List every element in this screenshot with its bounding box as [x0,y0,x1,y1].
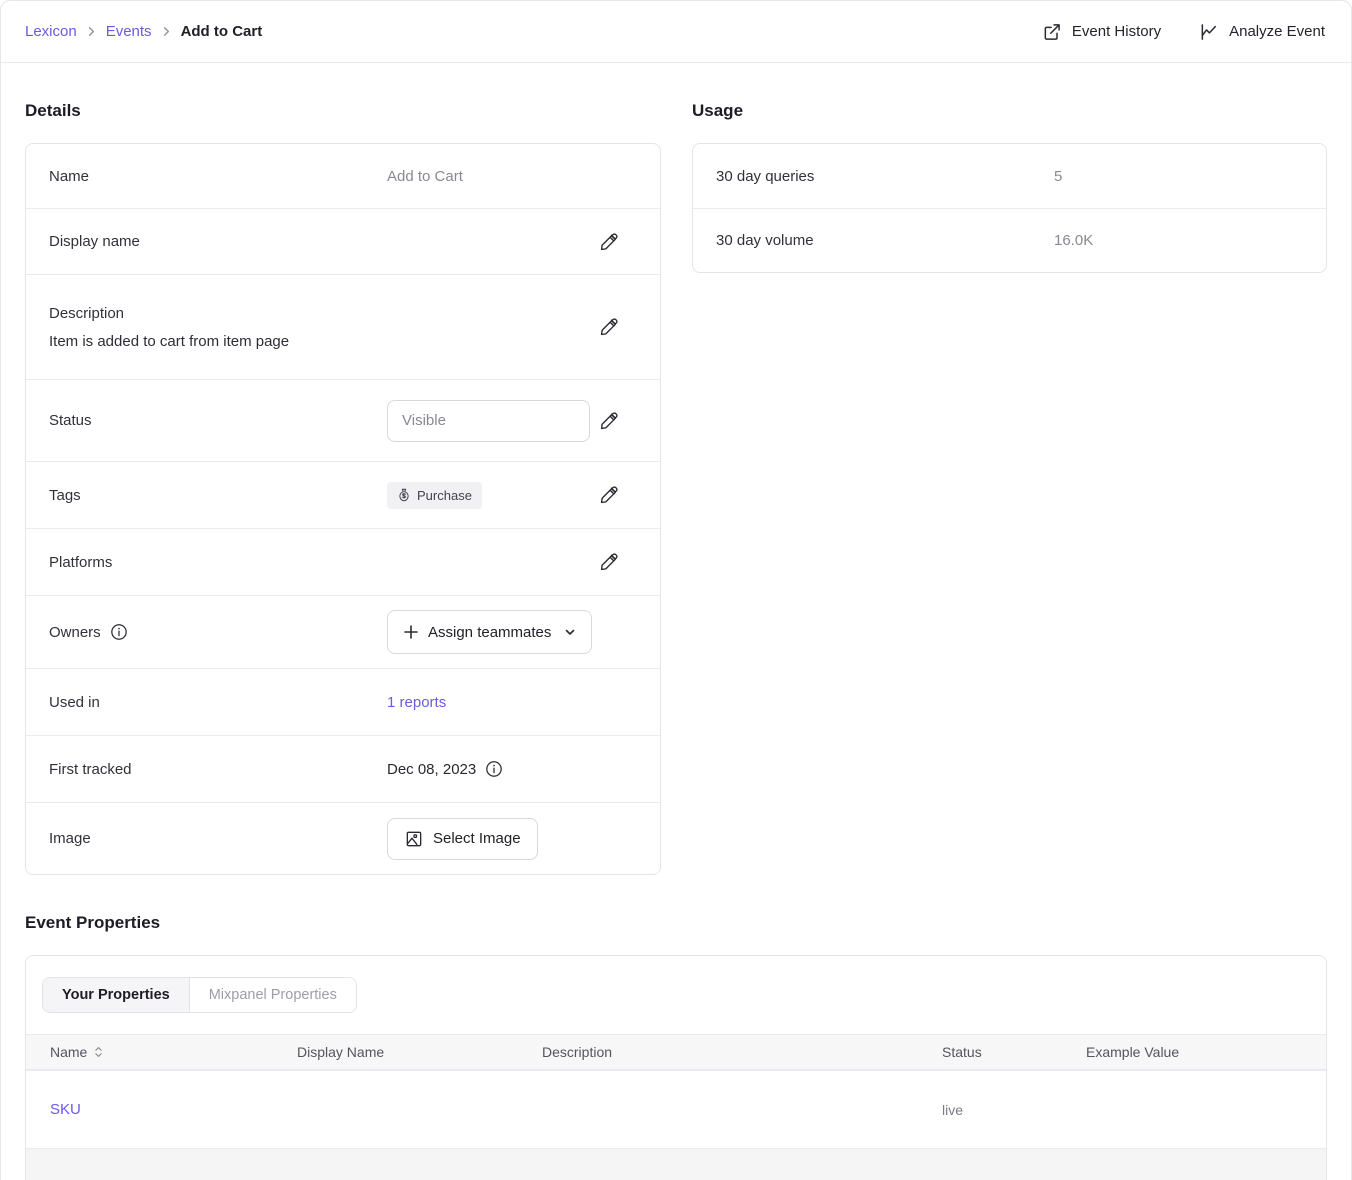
detail-row-description: Description Item is added to cart from i… [26,274,660,379]
queries-label: 30 day queries [716,168,1054,185]
volume-label: 30 day volume [716,232,1054,249]
line-chart-icon [1199,22,1219,42]
column-header-status: Status [942,1044,1086,1060]
pencil-icon [598,484,620,506]
money-bag-icon [397,488,411,502]
top-bar: Lexicon Events Add to Cart Event History [1,1,1351,63]
select-image-button[interactable]: Select Image [387,818,538,860]
property-status: live [942,1102,1086,1118]
description-label: Description [49,305,387,322]
chevron-right-icon [86,26,97,37]
detail-row-platforms: Platforms [26,528,660,595]
usage-section: Usage 30 day queries 5 30 day volume 16.… [692,63,1327,273]
tab-mixpanel-properties[interactable]: Mixpanel Properties [189,978,356,1012]
name-value: Add to Cart [387,168,463,185]
detail-row-used-in: Used in 1 reports [26,668,660,735]
detail-row-display-name: Display name [26,208,660,274]
edit-tags-button[interactable] [598,484,620,506]
platforms-label: Platforms [49,554,387,571]
lexicon-event-detail-page: Lexicon Events Add to Cart Event History [0,0,1352,1180]
pencil-icon [598,231,620,253]
info-circle-icon[interactable] [110,623,128,641]
usage-title: Usage [692,101,1327,121]
detail-row-status: Status [26,379,660,461]
edit-display-name-button[interactable] [598,231,620,253]
pencil-icon [598,410,620,432]
plus-icon [403,624,419,640]
edit-platforms-button[interactable] [598,551,620,573]
column-header-description: Description [542,1044,942,1060]
table-row-scroll-pct[interactable]: Scroll % live [26,1148,1326,1180]
usage-row-queries: 30 day queries 5 [693,144,1326,208]
pencil-icon [598,551,620,573]
image-label: Image [49,830,387,847]
event-history-label: Event History [1072,23,1161,40]
edit-description-button[interactable] [598,316,620,338]
column-header-example-value: Example Value [1086,1044,1326,1060]
column-header-name[interactable]: Name [50,1044,297,1060]
info-circle-icon[interactable] [485,760,503,778]
detail-row-image: Image Select Image [26,802,660,874]
pencil-icon [598,316,620,338]
breadcrumb-lexicon[interactable]: Lexicon [25,23,77,40]
table-row-sku[interactable]: SKU live [26,1070,1326,1148]
select-image-label: Select Image [433,830,521,847]
queries-value: 5 [1054,168,1062,185]
tab-your-properties[interactable]: Your Properties [43,978,189,1012]
detail-row-owners: Owners Assign teammates [26,595,660,668]
details-card: Name Add to Cart Display name [25,143,661,875]
analyze-event-button[interactable]: Analyze Event [1199,22,1325,42]
breadcrumb-events[interactable]: Events [106,23,152,40]
page-content: Details Name Add to Cart Display name [1,63,1351,1180]
detail-row-first-tracked: First tracked Dec 08, 2023 [26,735,660,802]
status-label: Status [49,412,387,429]
property-name-link[interactable]: SKU [50,1101,297,1118]
event-properties-card: Your Properties Mixpanel Properties Name… [25,955,1327,1180]
event-history-button[interactable]: Event History [1042,22,1161,42]
detail-row-tags: Tags Purchase [26,461,660,528]
details-title: Details [25,101,661,121]
edit-status-button[interactable] [598,410,620,432]
tags-label: Tags [49,487,387,504]
image-icon [404,829,424,849]
properties-table-header: Name Display Name Description Status Exa… [26,1034,1326,1070]
chevron-right-icon [161,26,172,37]
usage-row-volume: 30 day volume 16.0K [693,208,1326,272]
event-properties-title: Event Properties [25,913,1327,933]
first-tracked-label: First tracked [49,761,387,778]
assign-teammates-button[interactable]: Assign teammates [387,610,592,654]
properties-tab-group: Your Properties Mixpanel Properties [42,977,357,1013]
sort-chevrons-icon [93,1045,104,1059]
usage-card: 30 day queries 5 30 day volume 16.0K [692,143,1327,273]
volume-value: 16.0K [1054,232,1093,249]
display-name-label: Display name [49,233,387,250]
tag-chip-label: Purchase [417,488,472,503]
used-in-label: Used in [49,694,387,711]
external-link-icon [1042,22,1062,42]
chevron-down-icon [564,626,576,638]
breadcrumb: Lexicon Events Add to Cart [25,23,262,40]
header-actions: Event History Analyze Event [1042,22,1325,42]
status-input[interactable] [387,400,590,442]
tag-chip-purchase[interactable]: Purchase [387,482,482,509]
analyze-event-label: Analyze Event [1229,23,1325,40]
description-value: Item is added to cart from item page [49,333,387,350]
column-header-display-name: Display Name [297,1044,542,1060]
detail-row-name: Name Add to Cart [26,144,660,208]
first-tracked-value: Dec 08, 2023 [387,761,476,778]
assign-teammates-label: Assign teammates [428,624,551,641]
event-properties-section: Event Properties Your Properties Mixpane… [25,913,1327,1180]
used-in-reports-link[interactable]: 1 reports [387,694,446,711]
owners-label: Owners [49,624,101,641]
name-label: Name [49,168,387,185]
details-section: Details Name Add to Cart Display name [25,63,661,875]
breadcrumb-current-event: Add to Cart [181,23,263,40]
